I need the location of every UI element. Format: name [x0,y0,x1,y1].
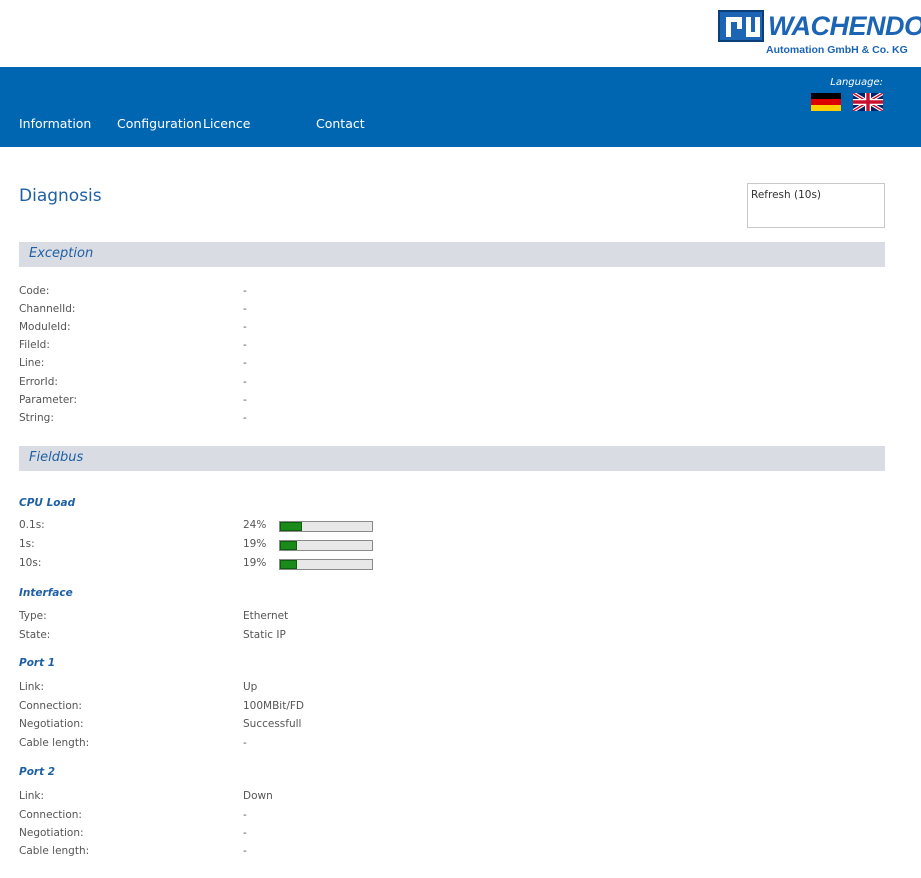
row-label: ChannelId: [19,303,76,315]
nav-item-licence[interactable]: Licence [203,116,251,131]
port2-row-negotiation: Negotiation: - [19,827,419,845]
interface-row-state: State: Static IP [19,629,419,647]
port2-heading: Port 2 [19,766,56,778]
language-label: Language: [830,77,883,88]
cpu-load-bar-fill [280,560,298,569]
row-label: Connection: [19,700,82,712]
row-label: Connection: [19,809,82,821]
row-value: Successfull [243,718,302,730]
row-label: Negotiation: [19,718,84,730]
port1-row-negotiation: Negotiation: Successfull [19,718,419,736]
row-label: Negotiation: [19,827,84,839]
row-label: State: [19,629,51,641]
logo-mark-icon [718,10,764,42]
row-value: - [243,737,247,749]
cpu-load-bar [279,559,373,570]
row-label: Type: [19,610,47,622]
exception-section-title: Exception [29,246,94,261]
row-value: 19% [243,557,267,569]
exception-row-code: Code: - [19,285,419,303]
exception-row-moduleid: ModuleId: - [19,321,419,339]
interface-heading: Interface [19,587,73,599]
port2-row-cable-length: Cable length: - [19,845,419,863]
port1-row-link: Link: Up [19,681,419,699]
row-value: Static IP [243,629,286,641]
uk-flag-icon[interactable] [853,93,883,111]
row-value: - [243,827,247,839]
row-value: - [243,357,247,369]
row-value: - [243,845,247,857]
row-label: 10s: [19,557,42,569]
exception-section-header: Exception [19,242,885,267]
cpu-load-bar [279,540,373,551]
exception-row-errorid: ErrorId: - [19,376,419,394]
german-flag-icon[interactable] [811,93,841,111]
row-label: Parameter: [19,394,77,406]
cpu-load-bar-fill [280,522,303,531]
row-value: Down [243,790,273,802]
nav-item-information[interactable]: Information [19,116,91,131]
row-value: - [243,321,247,333]
row-label: Link: [19,681,45,693]
cpu-load-heading: CPU Load [19,497,76,509]
row-value: 100MBit/FD [243,700,305,712]
exception-row-string: String: - [19,412,419,430]
port1-row-connection: Connection: 100MBit/FD [19,700,419,718]
row-label: Line: [19,357,45,369]
row-label: Link: [19,790,45,802]
port1-heading: Port 1 [19,657,56,669]
row-value: - [243,394,247,406]
exception-row-line: Line: - [19,357,419,375]
exception-row-fileid: FileId: - [19,339,419,357]
row-label: ModuleId: [19,321,71,333]
row-value: - [243,303,247,315]
logo-brand-subline: Automation GmbH & Co. KG [766,44,908,56]
row-label: FileId: [19,339,50,351]
row-label: 0.1s: [19,519,45,531]
row-value: Up [243,681,258,693]
port1-row-cable-length: Cable length: - [19,737,419,755]
row-value: 19% [243,538,267,550]
nav-item-configuration[interactable]: Configuration [117,116,202,131]
fieldbus-section-header: Fieldbus [19,446,885,471]
exception-row-parameter: Parameter: - [19,394,419,412]
row-value: - [243,376,247,388]
row-label: String: [19,412,54,424]
company-logo: WACHENDORFF Automation GmbH & Co. KG [718,10,921,60]
row-label: 1s: [19,538,35,550]
logo-brand-name: WACHENDORFF [768,11,921,41]
cpu-load-bar-fill [280,541,298,550]
row-value: - [243,339,247,351]
interface-row-type: Type: Ethernet [19,610,419,628]
port2-row-connection: Connection: - [19,809,419,827]
refresh-button[interactable]: Refresh (10s) [747,183,885,228]
page-title: Diagnosis [19,186,102,206]
row-label: Code: [19,285,50,297]
row-value: 24% [243,519,267,531]
main-navbar: Information Configuration Licence Contac… [0,67,921,147]
row-label: Cable length: [19,845,90,857]
port2-row-link: Link: Down [19,790,419,808]
fieldbus-section-title: Fieldbus [29,450,84,465]
exception-row-channelid: ChannelId: - [19,303,419,321]
row-label: ErrorId: [19,376,58,388]
row-value: - [243,809,247,821]
row-label: Cable length: [19,737,90,749]
row-value: - [243,412,247,424]
nav-item-contact[interactable]: Contact [316,116,365,131]
row-value: - [243,285,247,297]
cpu-load-bar [279,521,373,532]
row-value: Ethernet [243,610,289,622]
